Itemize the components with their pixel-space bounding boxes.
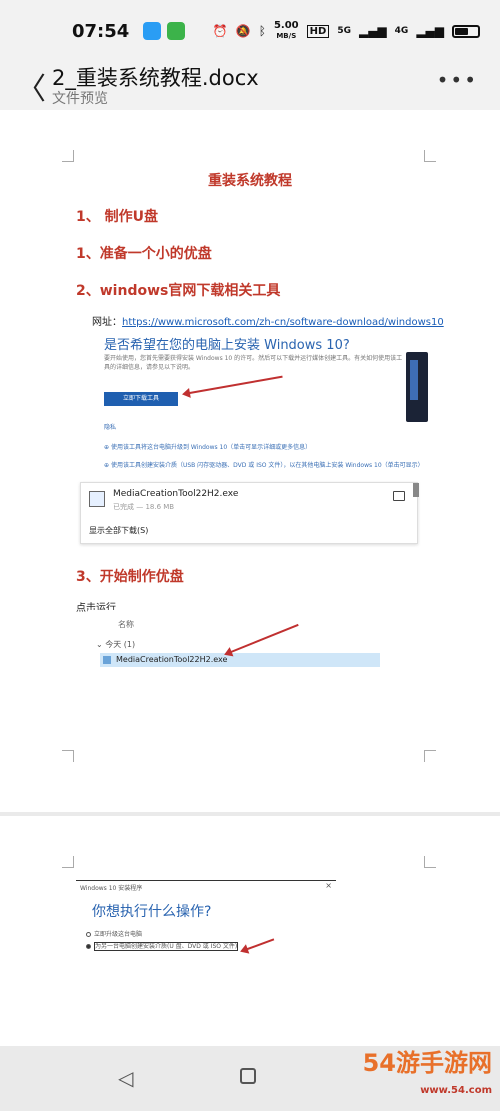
file-name[interactable]: MediaCreationTool22H2.exe — [113, 489, 238, 499]
watermark-logo: 54游手游网 www.54.com — [362, 1049, 492, 1096]
document-page-1[interactable]: 重装系统教程 1、 制作U盘 1、准备一个小的优盘 2、windows官网下载相… — [0, 110, 500, 812]
media-option: ⊕ 使用该工具创建安装介质（USB 闪存驱动器、DVD 或 ISO 文件），以在… — [104, 462, 424, 469]
setup-screenshot: Windows 10 安装程序 × 你想执行什么操作? 立即升级这台电脑 为另一… — [76, 880, 336, 960]
exe-file-icon — [89, 491, 105, 507]
margin-mark — [62, 150, 74, 162]
explorer-screenshot: 名称 ⌄ 今天 (1) MediaCreationTool22H2.exe — [88, 610, 382, 672]
nav-home-icon[interactable] — [240, 1068, 256, 1084]
heading-3: 2、windows官网下载相关工具 — [76, 283, 281, 299]
system-icons: ⏰ 🔕 ᛒ 5.00 MB/S HD 5G ▂▄▆ 4G ▂▄▆ — [213, 21, 480, 41]
margin-mark — [62, 856, 74, 868]
file-meta: 已完成 — 18.6 MB — [113, 503, 175, 511]
network-speed: 5.00 MB/S — [273, 20, 299, 41]
document-subtitle: 文件预览 — [52, 91, 108, 107]
status-bar: 07:54 ⏰ 🔕 ᛒ 5.00 MB/S HD 5G ▂▄▆ 4G ▂▄▆ — [0, 0, 500, 62]
privacy-link: 隐私 — [104, 424, 117, 431]
url-line: 网址：https://www.microsoft.com/zh-cn/softw… — [92, 317, 444, 328]
document-page-2[interactable]: Windows 10 安装程序 × 你想执行什么操作? 立即升级这台电脑 为另一… — [0, 816, 500, 1046]
ms-download-screenshot: 是否希望在您的电脑上安装 Windows 10? 要开始使用，您首先需要获得安装… — [100, 328, 428, 480]
setup-title-bar: Windows 10 安装程序 — [80, 885, 143, 892]
heading-1: 1、 制作U盘 — [76, 209, 158, 225]
scrollbar — [413, 483, 419, 497]
ms-description: 要开始使用，您首先需要获得安装 Windows 10 的许可。然后可以下载并运行… — [104, 355, 403, 371]
signal-bars-icon: ▂▄▆ — [358, 24, 387, 38]
margin-mark — [424, 750, 436, 762]
chat-app-icon — [167, 22, 186, 40]
laptop-image — [406, 352, 428, 422]
download-panel: MediaCreationTool22H2.exe 已完成 — 18.6 MB … — [80, 482, 419, 544]
signal-4g: 4G — [394, 26, 409, 36]
selected-file-row[interactable]: MediaCreationTool22H2.exe — [100, 653, 380, 667]
mute-icon: 🔕 — [235, 24, 251, 38]
ms-question: 是否希望在您的电脑上安装 Windows 10? — [104, 338, 350, 353]
download-link[interactable]: https://www.microsoft.com/zh-cn/software… — [122, 317, 444, 328]
back-icon[interactable]: 〈 — [16, 64, 46, 108]
upgrade-option: ⊕ 使用该工具将这台电脑升级到 Windows 10（单击可显示详细或更多信息） — [104, 444, 312, 451]
name-column-header: 名称 — [118, 620, 134, 629]
alarm-icon: ⏰ — [212, 24, 228, 38]
app-header: 〈 2_重装系统教程.docx 文件预览 ••• — [0, 62, 500, 110]
navigation-bar: ◁ 54游手游网 www.54.com — [0, 1046, 500, 1111]
signal-5g: 5G — [337, 26, 351, 36]
nav-back-icon[interactable]: ◁ — [118, 1066, 133, 1090]
show-all-downloads[interactable]: 显示全部下载(S) — [89, 525, 148, 536]
signal-bars-icon: ▂▄▆ — [416, 24, 444, 38]
bluetooth-icon: ᛒ — [258, 24, 266, 38]
hd-badge: HD — [306, 24, 330, 38]
setup-question: 你想执行什么操作? — [92, 904, 212, 920]
upgrade-radio[interactable]: 立即升级这台电脑 — [86, 929, 142, 938]
paper-plane-icon — [143, 22, 162, 40]
group-today: ⌄ 今天 (1) — [96, 640, 136, 649]
page-title: 重装系统教程 — [208, 173, 292, 189]
battery-icon — [452, 24, 480, 38]
margin-mark — [424, 150, 436, 162]
close-icon: × — [325, 881, 332, 890]
create-media-radio[interactable]: 为另一台电脑创建安装介质(U 盘、DVD 或 ISO 文件) — [86, 941, 239, 951]
heading-4: 3、开始制作优盘 — [76, 569, 184, 585]
more-options-icon[interactable]: ••• — [437, 68, 478, 92]
margin-mark — [62, 750, 74, 762]
download-tool-button[interactable]: 立即下载工具 — [104, 392, 178, 406]
margin-mark — [424, 856, 436, 868]
heading-2: 1、准备一个小的优盘 — [76, 246, 212, 262]
folder-icon[interactable] — [393, 491, 405, 501]
clock: 07:54 — [72, 20, 130, 42]
